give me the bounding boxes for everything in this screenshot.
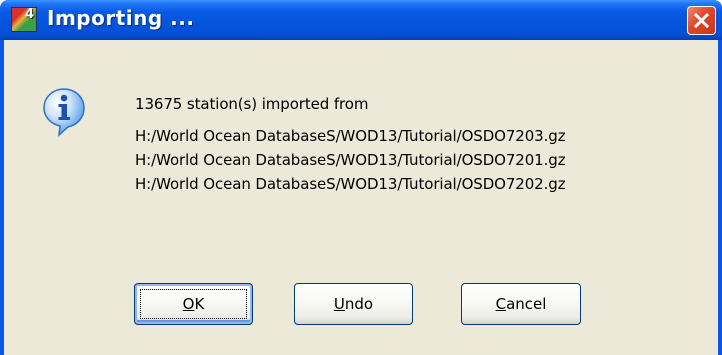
title-bar[interactable]: 4 Importing ... (0, 0, 722, 40)
information-icon (43, 88, 85, 137)
imported-file-path-2: H:/World Ocean DatabaseS/WOD13/Tutorial/… (135, 151, 566, 169)
dialog-body: 13675 station(s) imported from H:/World … (4, 40, 718, 355)
app-icon-number: 4 (24, 7, 34, 22)
undo-button-mnemonic: U (333, 295, 345, 313)
undo-button-label: ndo (344, 295, 374, 313)
imported-file-path-1: H:/World Ocean DatabaseS/WOD13/Tutorial/… (135, 127, 566, 145)
import-dialog: 4 Importing ... 13675 station(s) importe… (0, 0, 722, 355)
ok-button-label: K (194, 295, 205, 313)
imported-file-path-3: H:/World Ocean DatabaseS/WOD13/Tutorial/… (135, 175, 566, 193)
app-icon[interactable]: 4 (11, 7, 37, 32)
close-button[interactable] (687, 6, 716, 35)
import-summary-text: 13675 station(s) imported from (135, 95, 369, 113)
ok-button[interactable]: OK (134, 283, 253, 325)
undo-button[interactable]: Undo (294, 283, 413, 325)
ok-button-mnemonic: O (182, 295, 195, 313)
cancel-button-label: ancel (506, 295, 547, 313)
cancel-button[interactable]: Cancel (461, 283, 581, 325)
cancel-button-mnemonic: C (495, 295, 507, 313)
dialog-title: Importing ... (47, 6, 195, 30)
close-icon (693, 12, 710, 29)
